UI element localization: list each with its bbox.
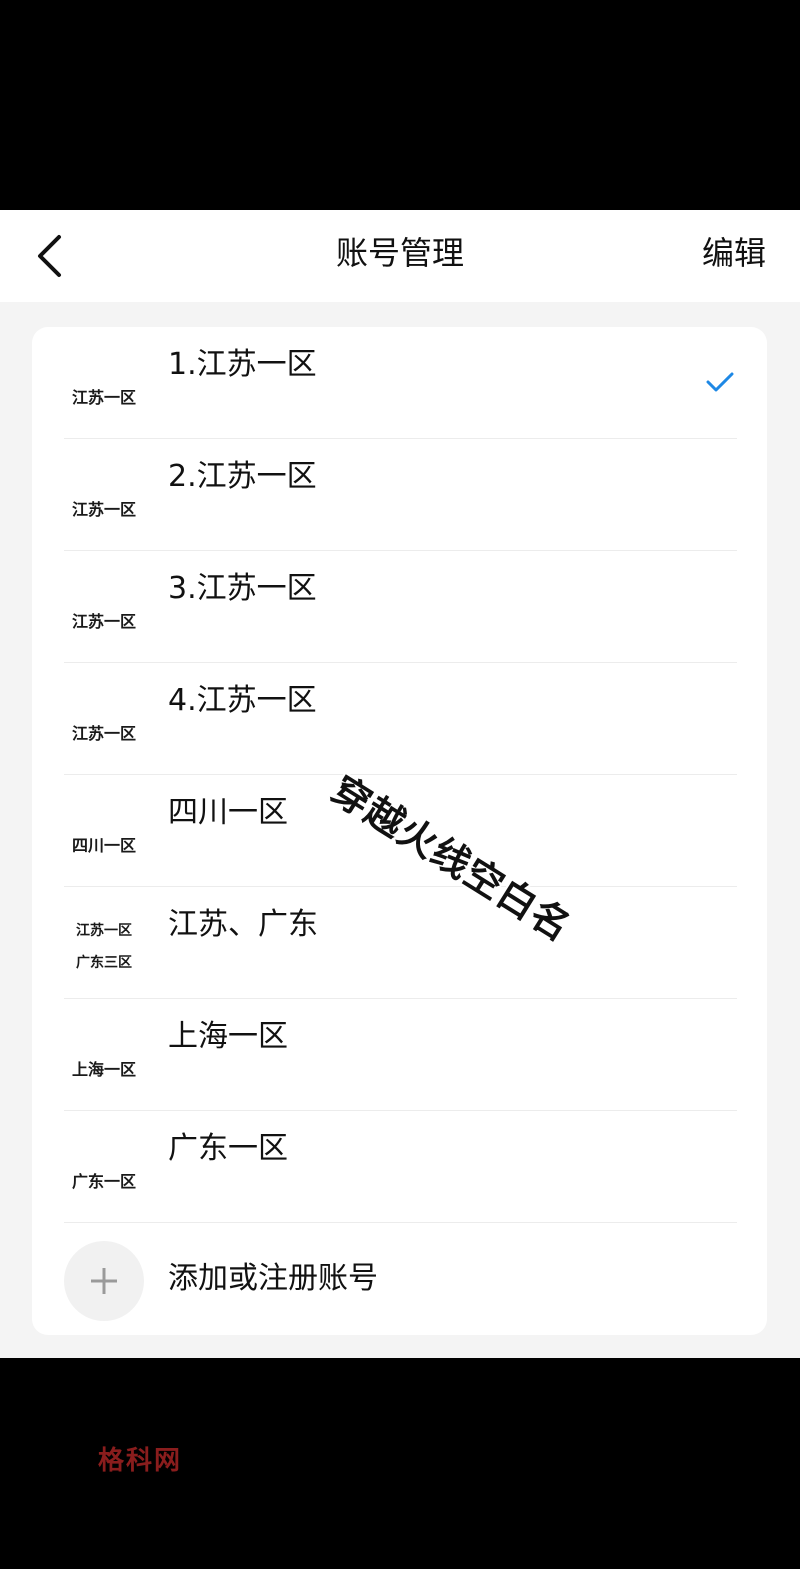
back-button[interactable]: [22, 228, 78, 284]
account-name: 四川一区: [168, 795, 288, 830]
account-row[interactable]: 江苏一区 广东三区 江苏、广东: [32, 887, 767, 999]
edit-button[interactable]: 编辑: [702, 210, 766, 302]
account-name: 江苏、广东: [168, 907, 318, 942]
avatar-text: 江苏一区: [71, 388, 136, 407]
account-name: 3.江苏一区: [168, 571, 317, 606]
nav-header: 账号管理 编辑: [0, 210, 800, 302]
account-row[interactable]: 广东一区 广东一区: [32, 1111, 767, 1223]
add-account-label: 添加或注册账号: [168, 1261, 378, 1296]
add-account-row[interactable]: 添加或注册账号: [32, 1223, 767, 1335]
account-row[interactable]: 上海一区 上海一区: [32, 999, 767, 1111]
account-row[interactable]: 江苏一区 3.江苏一区: [32, 551, 767, 663]
account-management-screen: 账号管理 编辑 江苏一区 1.江苏一区 江苏一区 2.江苏一区 江苏一区 3.江苏一区 江苏…: [0, 210, 800, 1358]
site-logo: 格科网: [98, 1446, 183, 1476]
account-name: 4.江苏一区: [168, 683, 317, 718]
add-account-button[interactable]: [64, 1241, 144, 1321]
avatar-text: 广东三区: [76, 955, 132, 971]
account-avatar: 广东一区: [60, 1111, 148, 1223]
account-avatar: 江苏一区: [60, 551, 148, 663]
account-avatar: 江苏一区: [60, 439, 148, 551]
top-black-area: [0, 0, 800, 210]
account-name: 2.江苏一区: [168, 459, 317, 494]
avatar-text: 四川一区: [71, 836, 136, 855]
account-name: 广东一区: [168, 1131, 288, 1166]
account-row[interactable]: 江苏一区 2.江苏一区: [32, 439, 767, 551]
avatar-text: 江苏一区: [76, 923, 132, 939]
avatar-text: 江苏一区: [71, 612, 136, 631]
account-avatar: 江苏一区 广东三区: [60, 887, 148, 999]
account-row[interactable]: 江苏一区 1.江苏一区: [32, 327, 767, 439]
account-avatar: 江苏一区: [60, 663, 148, 775]
chevron-left-icon: [38, 235, 61, 277]
avatar-text: 江苏一区: [71, 500, 136, 519]
avatar-text: 上海一区: [71, 1060, 136, 1079]
account-avatar: 上海一区: [60, 999, 148, 1111]
account-row[interactable]: 江苏一区 4.江苏一区: [32, 663, 767, 775]
account-name: 上海一区: [168, 1019, 288, 1054]
page-title: 账号管理: [335, 234, 464, 272]
avatar-text: 广东一区: [71, 1172, 136, 1191]
plus-icon: [91, 1268, 117, 1294]
check-icon: [706, 372, 734, 392]
account-avatar: 江苏一区: [60, 327, 148, 439]
account-name: 1.江苏一区: [168, 347, 317, 382]
avatar-text: 江苏一区: [71, 724, 136, 743]
account-avatar: 四川一区: [60, 775, 148, 887]
